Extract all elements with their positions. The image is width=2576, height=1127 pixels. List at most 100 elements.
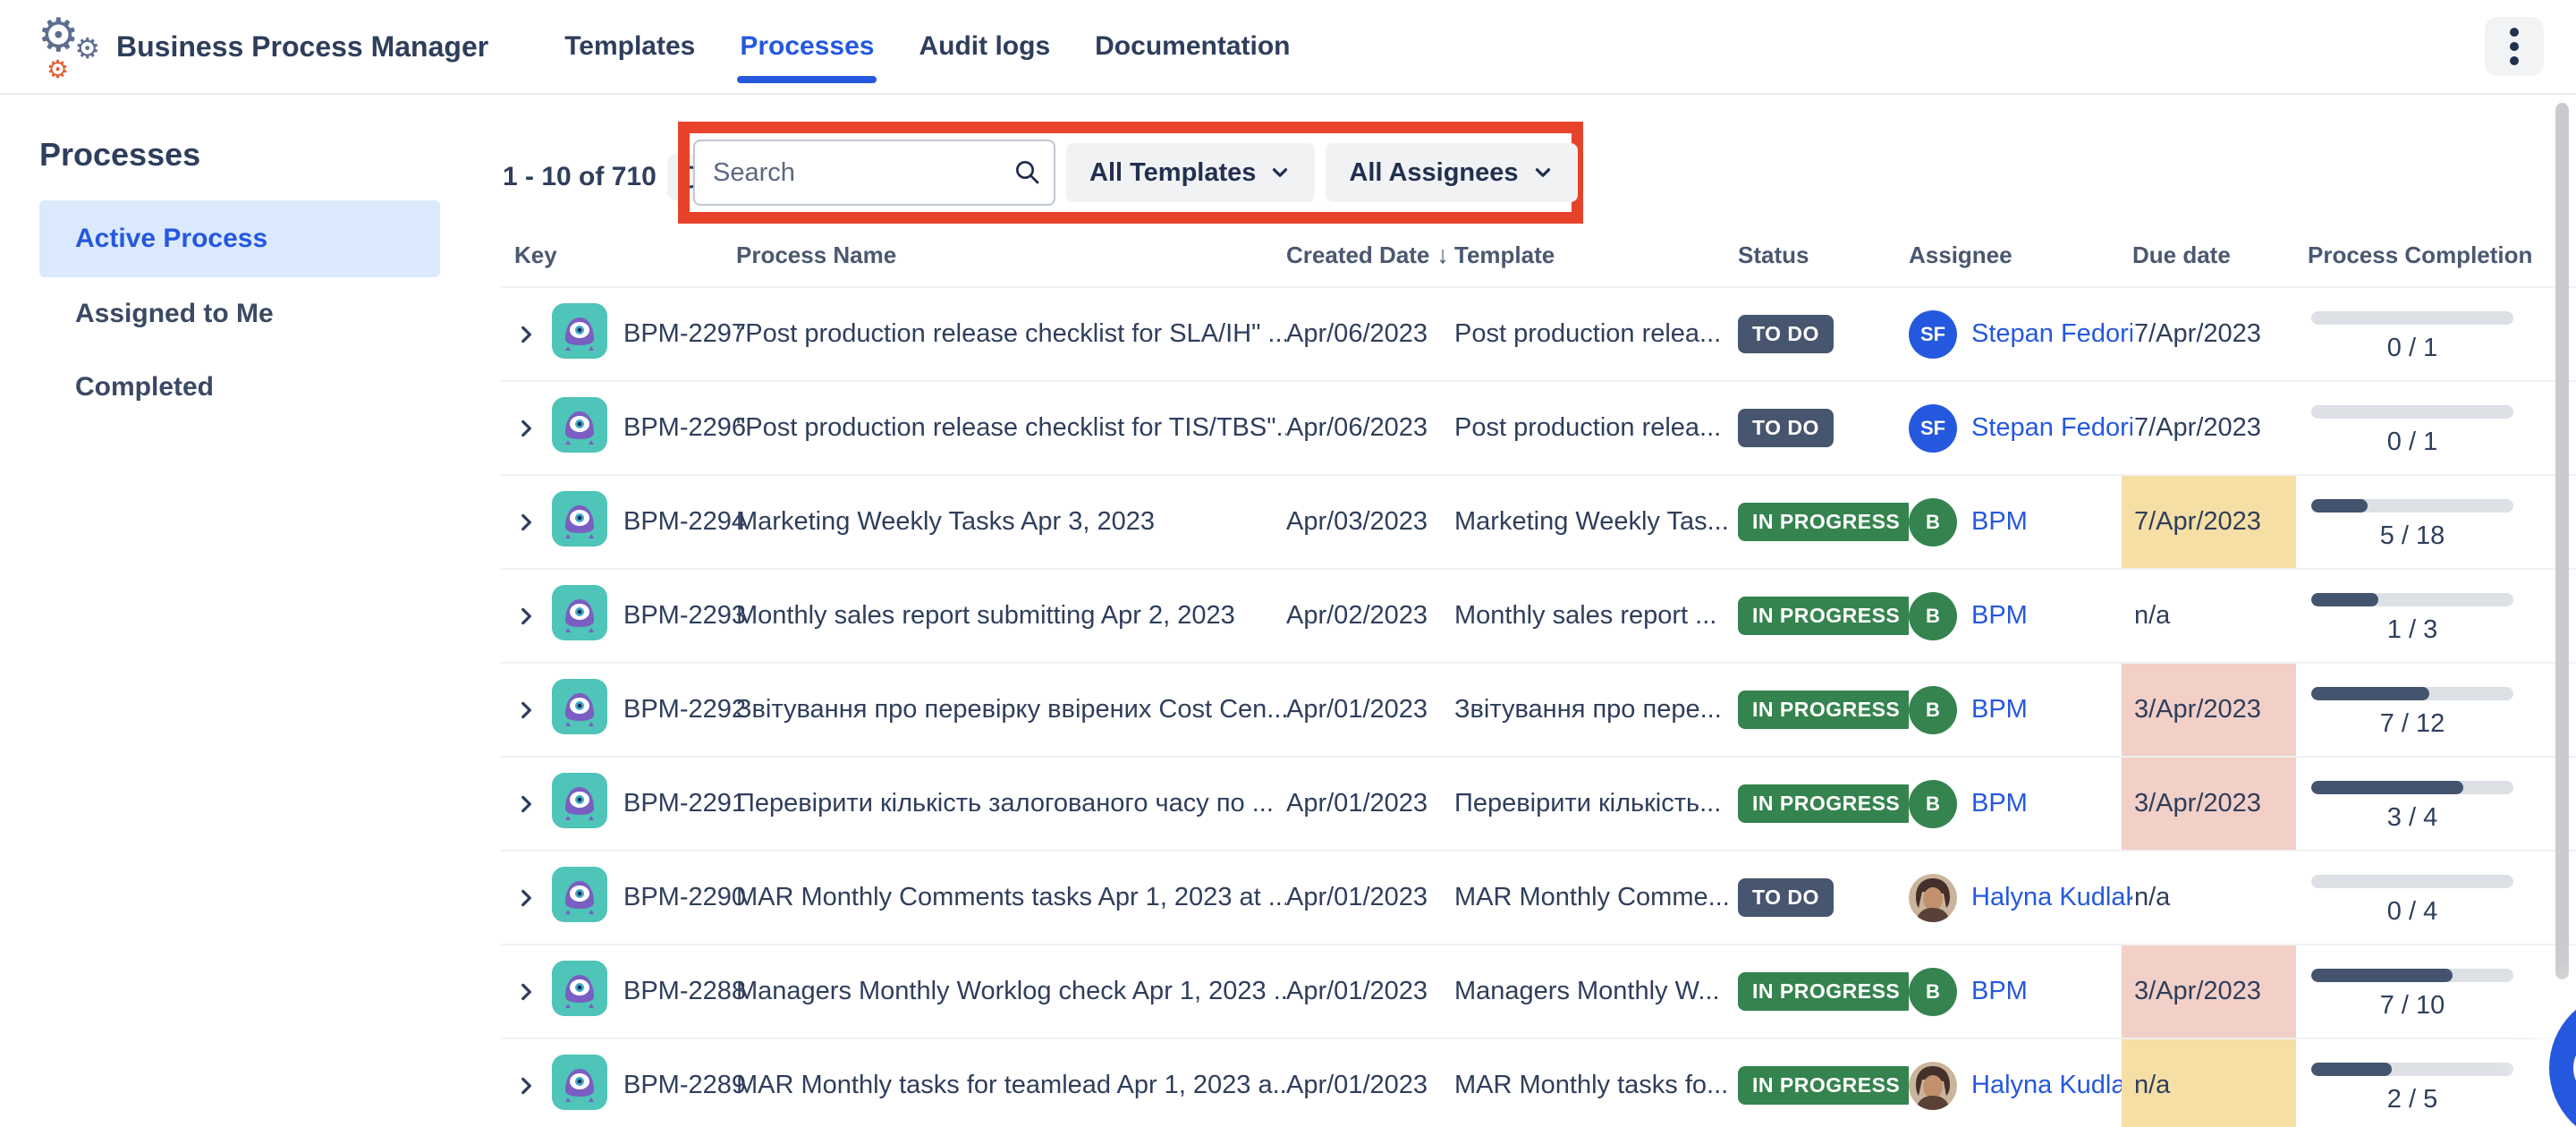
col-header-status[interactable]: Status — [1738, 242, 1909, 269]
kebab-dot — [2510, 56, 2519, 65]
row-expander-chevron-icon[interactable] — [514, 323, 538, 346]
assignee-cell: SF Stepan Fedori — [1909, 404, 2132, 453]
row-expander-chevron-icon[interactable] — [514, 792, 538, 816]
table-row[interactable]: BPM-2294 Marketing Weekly Tasks Apr 3, 2… — [501, 474, 2576, 568]
progress-bar-fill — [2311, 593, 2378, 606]
nav-tab-audit-logs[interactable]: Audit logs — [896, 0, 1072, 94]
table-row[interactable]: BPM-2292 Звітування про перевірку ввірен… — [501, 662, 2576, 756]
table-row[interactable]: BPM-2291 Перевірити кількість залоговано… — [501, 756, 2576, 850]
assignee-link[interactable]: BPM — [1971, 507, 2028, 537]
row-expander-chevron-icon[interactable] — [514, 417, 538, 440]
row-expander-chevron-icon[interactable] — [514, 980, 538, 1004]
status-cell: IN PROGRESS — [1738, 784, 1909, 823]
template-cell: Monthly sales report ... — [1454, 601, 1738, 631]
row-expander-chevron-icon[interactable] — [514, 886, 538, 910]
sidebar-item-completed[interactable]: Completed — [39, 351, 440, 424]
process-name-cell[interactable]: Перевірити кількість залогованого часу п… — [736, 789, 1286, 818]
process-name-cell[interactable]: "Post production release checklist for T… — [736, 413, 1286, 443]
table-row[interactable]: BPM-2290 MAR Monthly Comments tasks Apr … — [501, 850, 2576, 944]
assignees-filter-label: All Assignees — [1349, 158, 1518, 188]
avatar-initials: B — [1926, 511, 1940, 534]
main-nav: Templates Processes Audit logs Documenta… — [542, 0, 1312, 94]
process-key: BPM-2296 — [623, 413, 746, 443]
table-row[interactable]: BPM-2296 "Post production release checkl… — [501, 380, 2576, 474]
status-badge: TO DO — [1738, 409, 1834, 447]
col-header-due-date[interactable]: Due date — [2132, 242, 2308, 269]
progress-bar — [2311, 875, 2513, 888]
avatar-initials: B — [1926, 605, 1940, 628]
row-expander-chevron-icon[interactable] — [514, 699, 538, 722]
col-header-process-completion[interactable]: Process Completion — [2308, 242, 2540, 269]
table-row[interactable]: BPM-2293 Monthly sales report submitting… — [501, 568, 2576, 662]
table-row[interactable]: BPM-2289 MAR Monthly tasks for teamlead … — [501, 1038, 2576, 1127]
avatar — [1909, 874, 1957, 922]
sort-desc-icon: ↓ — [1436, 242, 1449, 269]
app-title: Business Process Manager — [116, 30, 488, 64]
status-badge: IN PROGRESS — [1738, 1066, 1909, 1105]
due-date-text: n/a — [2132, 883, 2170, 912]
assignee-link[interactable]: BPM — [1971, 695, 2028, 724]
assignee-link[interactable]: Stepan Fedori — [1971, 319, 2132, 349]
nav-tab-processes[interactable]: Processes — [717, 0, 896, 94]
completion-cell: 1 / 3 — [2311, 593, 2513, 645]
templates-filter-dropdown[interactable]: All Templates — [1066, 143, 1315, 202]
avatar — [1909, 1062, 1957, 1110]
status-badge: IN PROGRESS — [1738, 503, 1909, 541]
process-name-cell[interactable]: MAR Monthly tasks for teamlead Apr 1, 20… — [736, 1071, 1286, 1100]
vertical-scrollbar-thumb[interactable] — [2555, 103, 2569, 979]
search-input[interactable] — [693, 140, 1055, 206]
col-header-created-date[interactable]: Created Date ↓ — [1286, 242, 1454, 269]
process-name-cell[interactable]: Monthly sales report submitting Apr 2, 2… — [736, 601, 1286, 631]
gear-icon: ⚙ — [74, 34, 100, 63]
nav-tab-documentation[interactable]: Documentation — [1072, 0, 1312, 94]
assignee-link[interactable]: BPM — [1971, 601, 2028, 631]
status-cell: IN PROGRESS — [1738, 597, 1909, 635]
assignee-link[interactable]: Halyna Kudlak — [1971, 1071, 2132, 1100]
template-cell: Перевірити кількість... — [1454, 789, 1738, 818]
created-date-cell: Apr/01/2023 — [1286, 977, 1454, 1006]
kebab-menu-button[interactable] — [2485, 17, 2544, 76]
col-header-assignee[interactable]: Assignee — [1909, 242, 2132, 269]
process-name-cell[interactable]: Managers Monthly Worklog check Apr 1, 20… — [736, 977, 1286, 1006]
sidebar-list: Active Process Assigned to Me Completed — [39, 200, 458, 424]
process-name-cell[interactable]: MAR Monthly Comments tasks Apr 1, 2023 a… — [736, 883, 1286, 912]
row-expander-chevron-icon[interactable] — [514, 605, 538, 628]
completion-cell: 2 / 5 — [2311, 1063, 2513, 1114]
gear-icon: ⚙ — [47, 57, 69, 82]
sidebar-item-assigned-to-me[interactable]: Assigned to Me — [39, 277, 440, 351]
progress-bar-fill — [2311, 781, 2463, 794]
process-name-cell[interactable]: Marketing Weekly Tasks Apr 3, 2023 — [736, 507, 1286, 537]
nav-tab-templates[interactable]: Templates — [542, 0, 717, 94]
col-header-key[interactable]: Key — [514, 242, 736, 269]
assignee-link[interactable]: BPM — [1971, 977, 2028, 1006]
row-expander-chevron-icon[interactable] — [514, 511, 538, 534]
assignee-link[interactable]: Stepan Fedori — [1971, 413, 2132, 443]
assignee-link[interactable]: BPM — [1971, 789, 2028, 818]
table-row[interactable]: BPM-2297 "Post production release checkl… — [501, 286, 2576, 380]
process-type-icon — [552, 679, 607, 741]
table-row[interactable]: BPM-2288 Managers Monthly Worklog check … — [501, 944, 2576, 1038]
progress-bar — [2311, 969, 2513, 982]
progress-bar-fill — [2311, 687, 2429, 700]
sidebar-item-active-process[interactable]: Active Process — [39, 200, 440, 277]
sidebar-heading: Processes — [39, 136, 458, 174]
process-name-cell[interactable]: Звітування про перевірку ввірених Cost C… — [736, 695, 1286, 724]
status-cell: TO DO — [1738, 878, 1909, 917]
process-type-icon — [552, 491, 607, 554]
completion-cell: 7 / 10 — [2311, 969, 2513, 1021]
process-type-icon — [552, 961, 607, 1023]
main-content: 1 - 10 of 710 — [458, 95, 2576, 1127]
process-name-cell[interactable]: "Post production release checklist for S… — [736, 319, 1286, 349]
assignee-link[interactable]: Halyna Kudlak — [1971, 883, 2132, 912]
process-key: BPM-2289 — [623, 1071, 746, 1100]
completion-text: 1 / 3 — [2311, 615, 2513, 645]
col-header-template[interactable]: Template — [1454, 242, 1738, 269]
status-cell: TO DO — [1738, 409, 1909, 447]
completion-cell: 0 / 1 — [2311, 311, 2513, 363]
row-expander-chevron-icon[interactable] — [514, 1074, 538, 1097]
assignees-filter-dropdown[interactable]: All Assignees — [1326, 143, 1577, 202]
completion-cell: 0 / 4 — [2311, 875, 2513, 927]
col-header-process-name[interactable]: Process Name — [736, 242, 1286, 269]
status-cell: IN PROGRESS — [1738, 503, 1909, 541]
created-date-label: Created Date — [1286, 242, 1429, 269]
